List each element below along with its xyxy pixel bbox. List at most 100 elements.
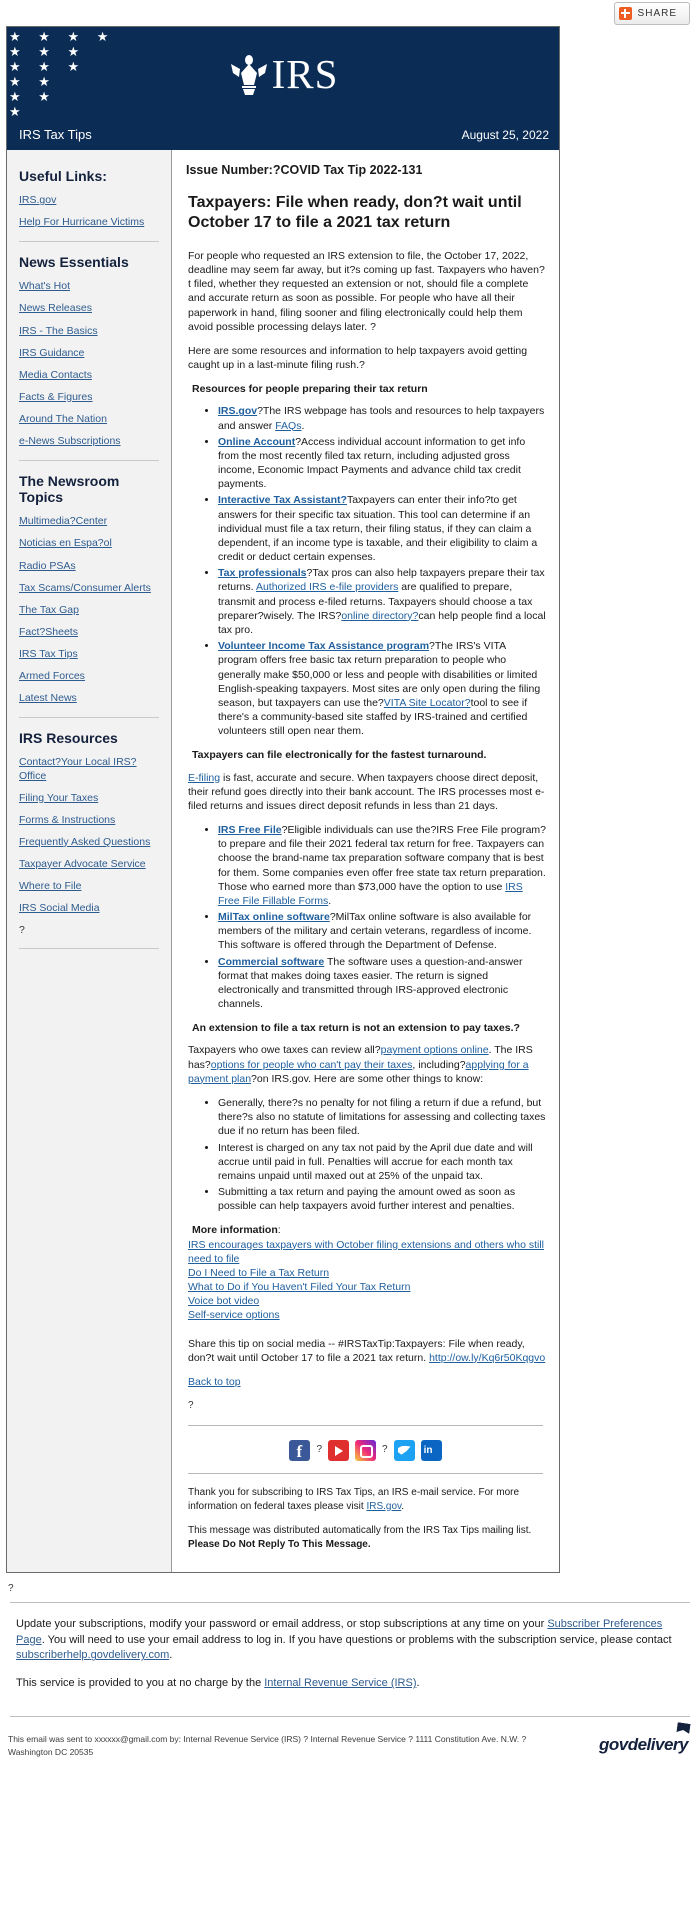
link-authorized-efile-providers[interactable]: Authorized IRS e-file providers — [256, 581, 398, 593]
extension-heading: An extension to file a tax return is not… — [192, 1022, 520, 1035]
free-text-1: This service is provided to you at no ch… — [16, 1677, 265, 1690]
sidebar-link-fact-sheets[interactable]: Fact?Sheets — [19, 626, 163, 639]
masthead: ★ ★ ★ ★ ★ ★ ★ ★ ★ ★ ★ ★ ★ ★ ★ IRS — [7, 27, 559, 121]
sidebar-link-armed-forces[interactable]: Armed Forces — [19, 670, 163, 683]
back-to-top-link[interactable]: Back to top — [188, 1376, 241, 1388]
sidebar-divider — [19, 948, 159, 950]
extension-text-3: , including? — [412, 1058, 466, 1071]
sidebar-link-irs-gov[interactable]: IRS.gov — [19, 194, 163, 207]
list-item: Online Account?Access individual account… — [218, 435, 547, 492]
sidebar-link-irs-social-media[interactable]: IRS Social Media — [19, 902, 163, 915]
bullet-text: ?The IRS webpage has tools and resources… — [218, 405, 545, 432]
extension-list: Generally, there?s no penalty for not fi… — [184, 1096, 547, 1213]
trailing-question-mark: ? — [188, 1400, 194, 1412]
sidebar-link-taxpayer-advocate[interactable]: Taxpayer Advocate Service — [19, 858, 163, 871]
twitter-icon[interactable] — [393, 1439, 415, 1461]
sidebar-link-where-to-file[interactable]: Where to File — [19, 880, 163, 893]
link-irs-free-file[interactable]: IRS Free File — [218, 824, 282, 836]
link-irs-encourages-taxpayers[interactable]: IRS encourages taxpayers with October fi… — [188, 1238, 547, 1266]
link-cant-pay-options[interactable]: options for people who can't pay their t… — [211, 1059, 413, 1071]
link-commercial-software[interactable]: Commercial software — [218, 956, 324, 968]
link-voice-bot-video[interactable]: Voice bot video — [188, 1294, 547, 1308]
email-body: ★ ★ ★ ★ ★ ★ ★ ★ ★ ★ ★ ★ ★ ★ ★ IRS IRS Tax Tip… — [6, 26, 560, 1573]
link-payment-options-online[interactable]: payment options online — [381, 1044, 489, 1056]
sidebar-link-media-contacts[interactable]: Media Contacts — [19, 369, 163, 382]
sidebar-link-the-tax-gap[interactable]: The Tax Gap — [19, 604, 163, 617]
link-subscriberhelp[interactable]: subscriberhelp.govdelivery.com — [16, 1649, 169, 1661]
do-not-reply-text: Please Do Not Reply To This Message. — [188, 1538, 371, 1550]
sidebar-divider — [19, 717, 159, 719]
sidebar-trailing-text: ? — [19, 924, 25, 937]
link-interactive-tax-assistant[interactable]: Interactive Tax Assistant? — [218, 494, 347, 506]
link-efiling[interactable]: E-filing — [188, 772, 220, 784]
sidebar-divider — [19, 241, 159, 243]
list-item: MilTax online software?MilTax online sof… — [218, 910, 547, 953]
sidebar-link-irs-the-basics[interactable]: IRS - The Basics — [19, 325, 163, 338]
distributed-text: This message was distributed automatical… — [188, 1524, 532, 1536]
link-vita-site-locator[interactable]: VITA Site Locator? — [384, 697, 471, 709]
sender-info-bar: This email was sent to xxxxxx@gmail.com … — [0, 1725, 700, 1774]
sidebar-link-multimedia-center[interactable]: Multimedia?Center — [19, 515, 163, 528]
link-tax-professionals[interactable]: Tax professionals — [218, 567, 307, 579]
sidebar-link-whats-hot[interactable]: What's Hot — [19, 280, 163, 293]
sidebar-link-enews-subscriptions[interactable]: e-News Subscriptions — [19, 435, 163, 448]
list-item: Interest is charged on any tax not paid … — [218, 1141, 547, 1184]
sidebar-link-faq[interactable]: Frequently Asked Questions — [19, 836, 163, 849]
publication-name: IRS Tax Tips — [19, 127, 92, 142]
link-online-directory[interactable]: online directory? — [341, 610, 418, 622]
sidebar-link-radio-psas[interactable]: Radio PSAs — [19, 560, 163, 573]
sidebar-link-around-the-nation[interactable]: Around The Nation — [19, 413, 163, 426]
link-vita-program[interactable]: Volunteer Income Tax Assistance program — [218, 640, 429, 652]
share-tip-url[interactable]: http://ow.ly/Kq6r50Kqgvo — [429, 1352, 545, 1364]
sidebar-link-noticias-en-espanol[interactable]: Noticias en Espa?ol — [19, 537, 163, 550]
sidebar: Useful Links: IRS.gov Help For Hurricane… — [7, 150, 171, 1572]
link-online-account[interactable]: Online Account — [218, 436, 295, 448]
intro-paragraph: For people who requested an IRS extensio… — [188, 249, 545, 333]
sidebar-link-news-releases[interactable]: News Releases — [19, 302, 163, 315]
sidebar-link-irs-guidance[interactable]: IRS Guidance — [19, 347, 163, 360]
sidebar-link-tax-scams-consumer-alerts[interactable]: Tax Scams/Consumer Alerts — [19, 582, 163, 595]
sidebar-link-irs-tax-tips[interactable]: IRS Tax Tips — [19, 648, 163, 661]
sidebar-link-filing-your-taxes[interactable]: Filing Your Taxes — [19, 792, 163, 805]
list-item: IRS.gov?The IRS webpage has tools and re… — [218, 404, 547, 432]
govdelivery-logo: govdelivery — [599, 1733, 688, 1758]
sidebar-link-hurricane-victims[interactable]: Help For Hurricane Victims — [19, 216, 163, 229]
list-item: IRS Free File?Eligible individuals can u… — [218, 823, 547, 908]
issue-number: Issue Number:?COVID Tax Tip 2022-131 — [186, 163, 423, 177]
publication-title-bar: IRS Tax Tips August 25, 2022 — [7, 121, 559, 150]
more-information-heading: More information: — [188, 1223, 547, 1237]
link-do-i-need-to-file[interactable]: Do I Need to File a Tax Return — [188, 1266, 547, 1280]
link-internal-revenue-service[interactable]: Internal Revenue Service (IRS) — [264, 1677, 416, 1689]
list-item: Tax professionals?Tax pros can also help… — [218, 566, 547, 637]
sidebar-link-latest-news[interactable]: Latest News — [19, 692, 163, 705]
sidebar-heading-irs-resources: IRS Resources — [19, 730, 118, 747]
list-item: Interactive Tax Assistant?Taxpayers can … — [218, 493, 547, 564]
sidebar-link-forms-instructions[interactable]: Forms & Instructions — [19, 814, 163, 827]
thanks-text: Thank you for subscribing to IRS Tax Tip… — [188, 1486, 520, 1512]
update-text-2: . You will need to use your email addres… — [41, 1633, 672, 1646]
youtube-icon[interactable] — [328, 1439, 349, 1461]
resources-heading: Resources for people preparing their tax… — [192, 383, 428, 396]
list-item: Commercial software The software uses a … — [218, 955, 547, 1012]
instagram-icon[interactable] — [355, 1439, 376, 1461]
link-self-service-options[interactable]: Self-service options — [188, 1308, 547, 1322]
sidebar-divider — [19, 460, 159, 462]
govdelivery-wordmark: govdelivery — [599, 1735, 689, 1755]
sidebar-link-facts-figures[interactable]: Facts & Figures — [19, 391, 163, 404]
link-irs-gov[interactable]: IRS.gov — [218, 405, 257, 417]
irs-wordmark: IRS — [271, 50, 339, 97]
link-what-to-do-if-not-filed[interactable]: What to Do if You Haven't Filed Your Tax… — [188, 1280, 547, 1294]
facebook-icon[interactable] — [289, 1439, 311, 1464]
link-miltax-online-software[interactable]: MilTax online software — [218, 911, 330, 923]
efile-list: IRS Free File?Eligible individuals can u… — [184, 823, 547, 1011]
share-button[interactable]: SHARE — [613, 1, 690, 25]
sidebar-link-contact-local-office[interactable]: Contact?Your Local IRS?Office — [19, 756, 163, 782]
link-faqs[interactable]: FAQs — [275, 420, 301, 432]
link-irs-gov-footer[interactable]: IRS.gov — [366, 1501, 401, 1512]
thanks-note: Thank you for subscribing to IRS Tax Tip… — [184, 1486, 547, 1514]
plus-icon — [618, 6, 632, 20]
share-tip-paragraph: Share this tip on social media -- #IRSTa… — [184, 1337, 547, 1365]
update-subscriptions-paragraph: Update your subscriptions, modify your p… — [16, 1617, 684, 1665]
sidebar-heading-newsroom-topics: The Newsroom Topics — [19, 473, 120, 506]
linkedin-icon[interactable] — [420, 1439, 442, 1461]
